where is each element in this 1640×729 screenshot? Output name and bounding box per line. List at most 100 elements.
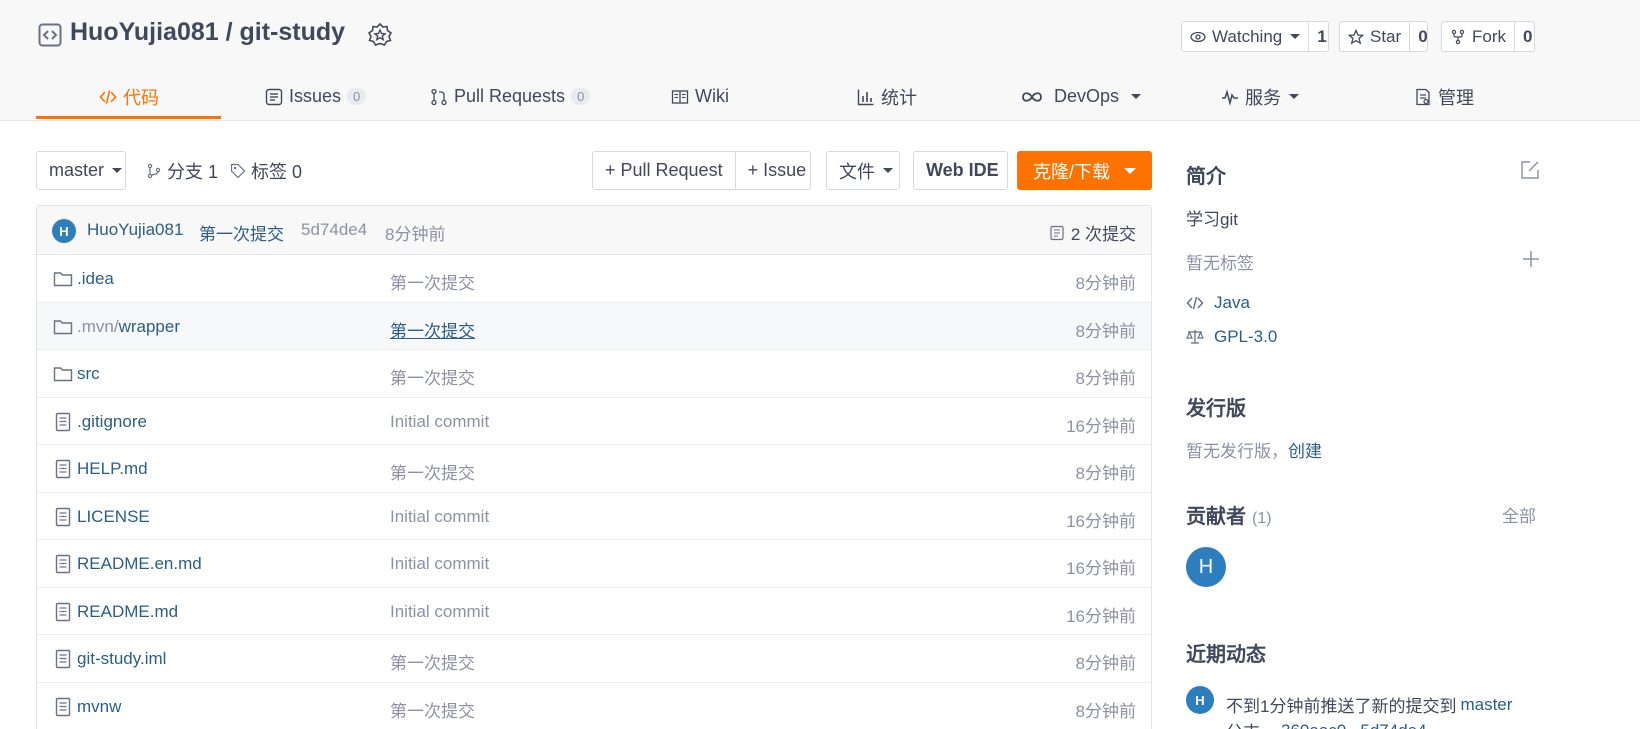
file-commit-message[interactable]: Initial commit [390,507,489,527]
activity-line2-prefix: 分支， [1226,718,1277,729]
file-icon [55,697,71,716]
star-count[interactable]: 0 [1410,27,1435,47]
file-commit-time: 16分钟前 [1066,416,1136,436]
new-pull-request-button[interactable]: + Pull Request [593,152,736,189]
chevron-down-icon [1289,94,1299,99]
contributor-avatar[interactable]: H [1186,547,1226,587]
commit-author[interactable]: HuoYujia081 [87,220,183,240]
tab-issues[interactable]: Issues 0 [265,72,367,121]
tags-link[interactable]: 标签 0 [230,158,302,184]
file-name[interactable]: git-study.iml [77,649,166,669]
file-row[interactable]: LICENSE Initial commit 16分钟前 [37,493,1151,540]
activity-branch-link[interactable]: master [1460,695,1512,715]
activity-line-2: 分支， 360aac0...5d74de4 [1226,718,1427,729]
file-commit-message[interactable]: 第一次提交 [390,269,475,294]
branch-select[interactable]: master [36,151,126,190]
file-row[interactable]: README.md Initial commit 16分钟前 [37,588,1151,635]
tab-services[interactable]: 服务 [1221,72,1299,121]
tab-code[interactable]: 代码 [99,72,159,121]
language-item[interactable]: Java [1186,293,1250,313]
file-menu-button[interactable]: 文件 [826,151,900,190]
fork-count[interactable]: 0 [1515,27,1540,47]
file-commit-message[interactable]: 第一次提交 [390,317,475,342]
watch-label[interactable]: Watching [1182,22,1310,51]
commit-message[interactable]: 第一次提交 [199,220,284,245]
star-text: Star [1370,26,1402,46]
code-icon [99,89,117,104]
file-commit-message[interactable]: 第一次提交 [390,364,475,389]
file-commit-message[interactable]: 第一次提交 [390,459,475,484]
tab-wiki[interactable]: Wiki [671,72,729,121]
star-label[interactable]: Star [1340,22,1411,51]
repo-title[interactable]: HuoYujia081 / git-study [70,18,345,47]
file-row[interactable]: README.en.md Initial commit 16分钟前 [37,540,1151,588]
repo-separator: / [218,18,240,46]
file-commit-message[interactable]: Initial commit [390,412,489,432]
branches-link[interactable]: 分支 1 [146,158,218,184]
file-name[interactable]: .idea [77,269,114,289]
activity-avatar[interactable]: H [1186,686,1214,714]
file-name[interactable]: HELP.md [77,459,148,479]
file-row[interactable]: HELP.md 第一次提交 8分钟前 [37,445,1151,493]
tab-stats[interactable]: 统计 [857,72,917,121]
infinity-icon [1022,91,1042,102]
repo-owner[interactable]: HuoYujia081 [70,18,219,46]
file-name[interactable]: .mvn/wrapper [77,317,180,337]
file-name[interactable]: mvnw [77,697,121,717]
create-release-link[interactable]: 创建 [1288,437,1322,462]
file-row[interactable]: .gitignore Initial commit 16分钟前 [37,398,1151,445]
code-icon [1186,296,1204,310]
license-label: GPL-3.0 [1214,327,1278,346]
star-button[interactable]: Star 0 [1339,21,1428,52]
file-icon [55,507,71,526]
tab-pull-requests[interactable]: Pull Requests 0 [430,72,591,121]
no-release-text: 暂无发行版， [1186,442,1288,461]
all-contributors-link[interactable]: 全部 [1502,502,1536,527]
tab-manage-label: 管理 [1438,87,1474,108]
clone-download-button[interactable]: 克隆/下载 [1017,151,1152,190]
commit-count-link[interactable]: 2 次提交 [1049,220,1136,245]
release-title: 发行版 [1186,398,1246,420]
commit-author-avatar[interactable]: H [52,219,76,243]
new-issue-button[interactable]: + Issue [736,152,819,189]
file-commit-message[interactable]: Initial commit [390,554,489,574]
file-name-text: git-study.iml [77,649,167,668]
repo-name[interactable]: git-study [240,18,346,46]
file-row[interactable]: .mvn/wrapper 第一次提交 8分钟前 [37,302,1151,350]
file-row[interactable]: src 第一次提交 8分钟前 [37,350,1151,398]
file-row[interactable]: git-study.iml 第一次提交 8分钟前 [37,635,1151,683]
file-commit-message[interactable]: 第一次提交 [390,697,475,722]
fork-button[interactable]: Fork 0 [1441,21,1535,52]
watch-count[interactable]: 1 [1309,27,1334,47]
file-row[interactable]: mvnw 第一次提交 8分钟前 [37,683,1151,729]
tab-code-label: 代码 [123,87,159,108]
file-commit-time: 8分钟前 [1075,464,1136,483]
edit-icon[interactable] [1520,160,1540,180]
tab-manage[interactable]: 管理 [1414,72,1474,121]
activity-commit-range[interactable]: 360aac0...5d74de4 [1281,721,1427,729]
eye-icon [1190,31,1206,42]
license-item[interactable]: GPL-3.0 [1186,327,1277,347]
file-name[interactable]: LICENSE [77,507,150,527]
file-icon [55,459,71,479]
file-name[interactable]: .gitignore [77,412,147,432]
file-commit-message[interactable]: Initial commit [390,602,489,622]
file-list-panel: H HuoYujia081 第一次提交 5d74de4 8分钟前 2 次提交 .… [36,205,1152,729]
fork-label[interactable]: Fork [1442,22,1515,51]
commit-hash[interactable]: 5d74de4 [301,220,367,240]
fork-icon [1451,29,1465,44]
add-tag-icon[interactable] [1522,250,1540,268]
tab-devops[interactable]: DevOps [1020,72,1142,121]
watch-button[interactable]: Watching 1 [1181,21,1329,52]
certified-badge-icon[interactable] [368,23,392,49]
file-commit-message[interactable]: 第一次提交 [390,649,475,674]
file-commit-time: 8分钟前 [1075,701,1136,721]
file-name[interactable]: README.md [77,602,178,622]
branches-label: 分支 1 [167,162,219,182]
file-row[interactable]: .idea 第一次提交 8分钟前 [37,255,1151,303]
file-name-text: wrapper [118,316,180,336]
file-name[interactable]: src [77,364,100,384]
web-ide-button[interactable]: Web IDE [913,151,1008,190]
intro-text: 学习git [1186,210,1238,229]
file-name[interactable]: README.en.md [77,554,202,574]
